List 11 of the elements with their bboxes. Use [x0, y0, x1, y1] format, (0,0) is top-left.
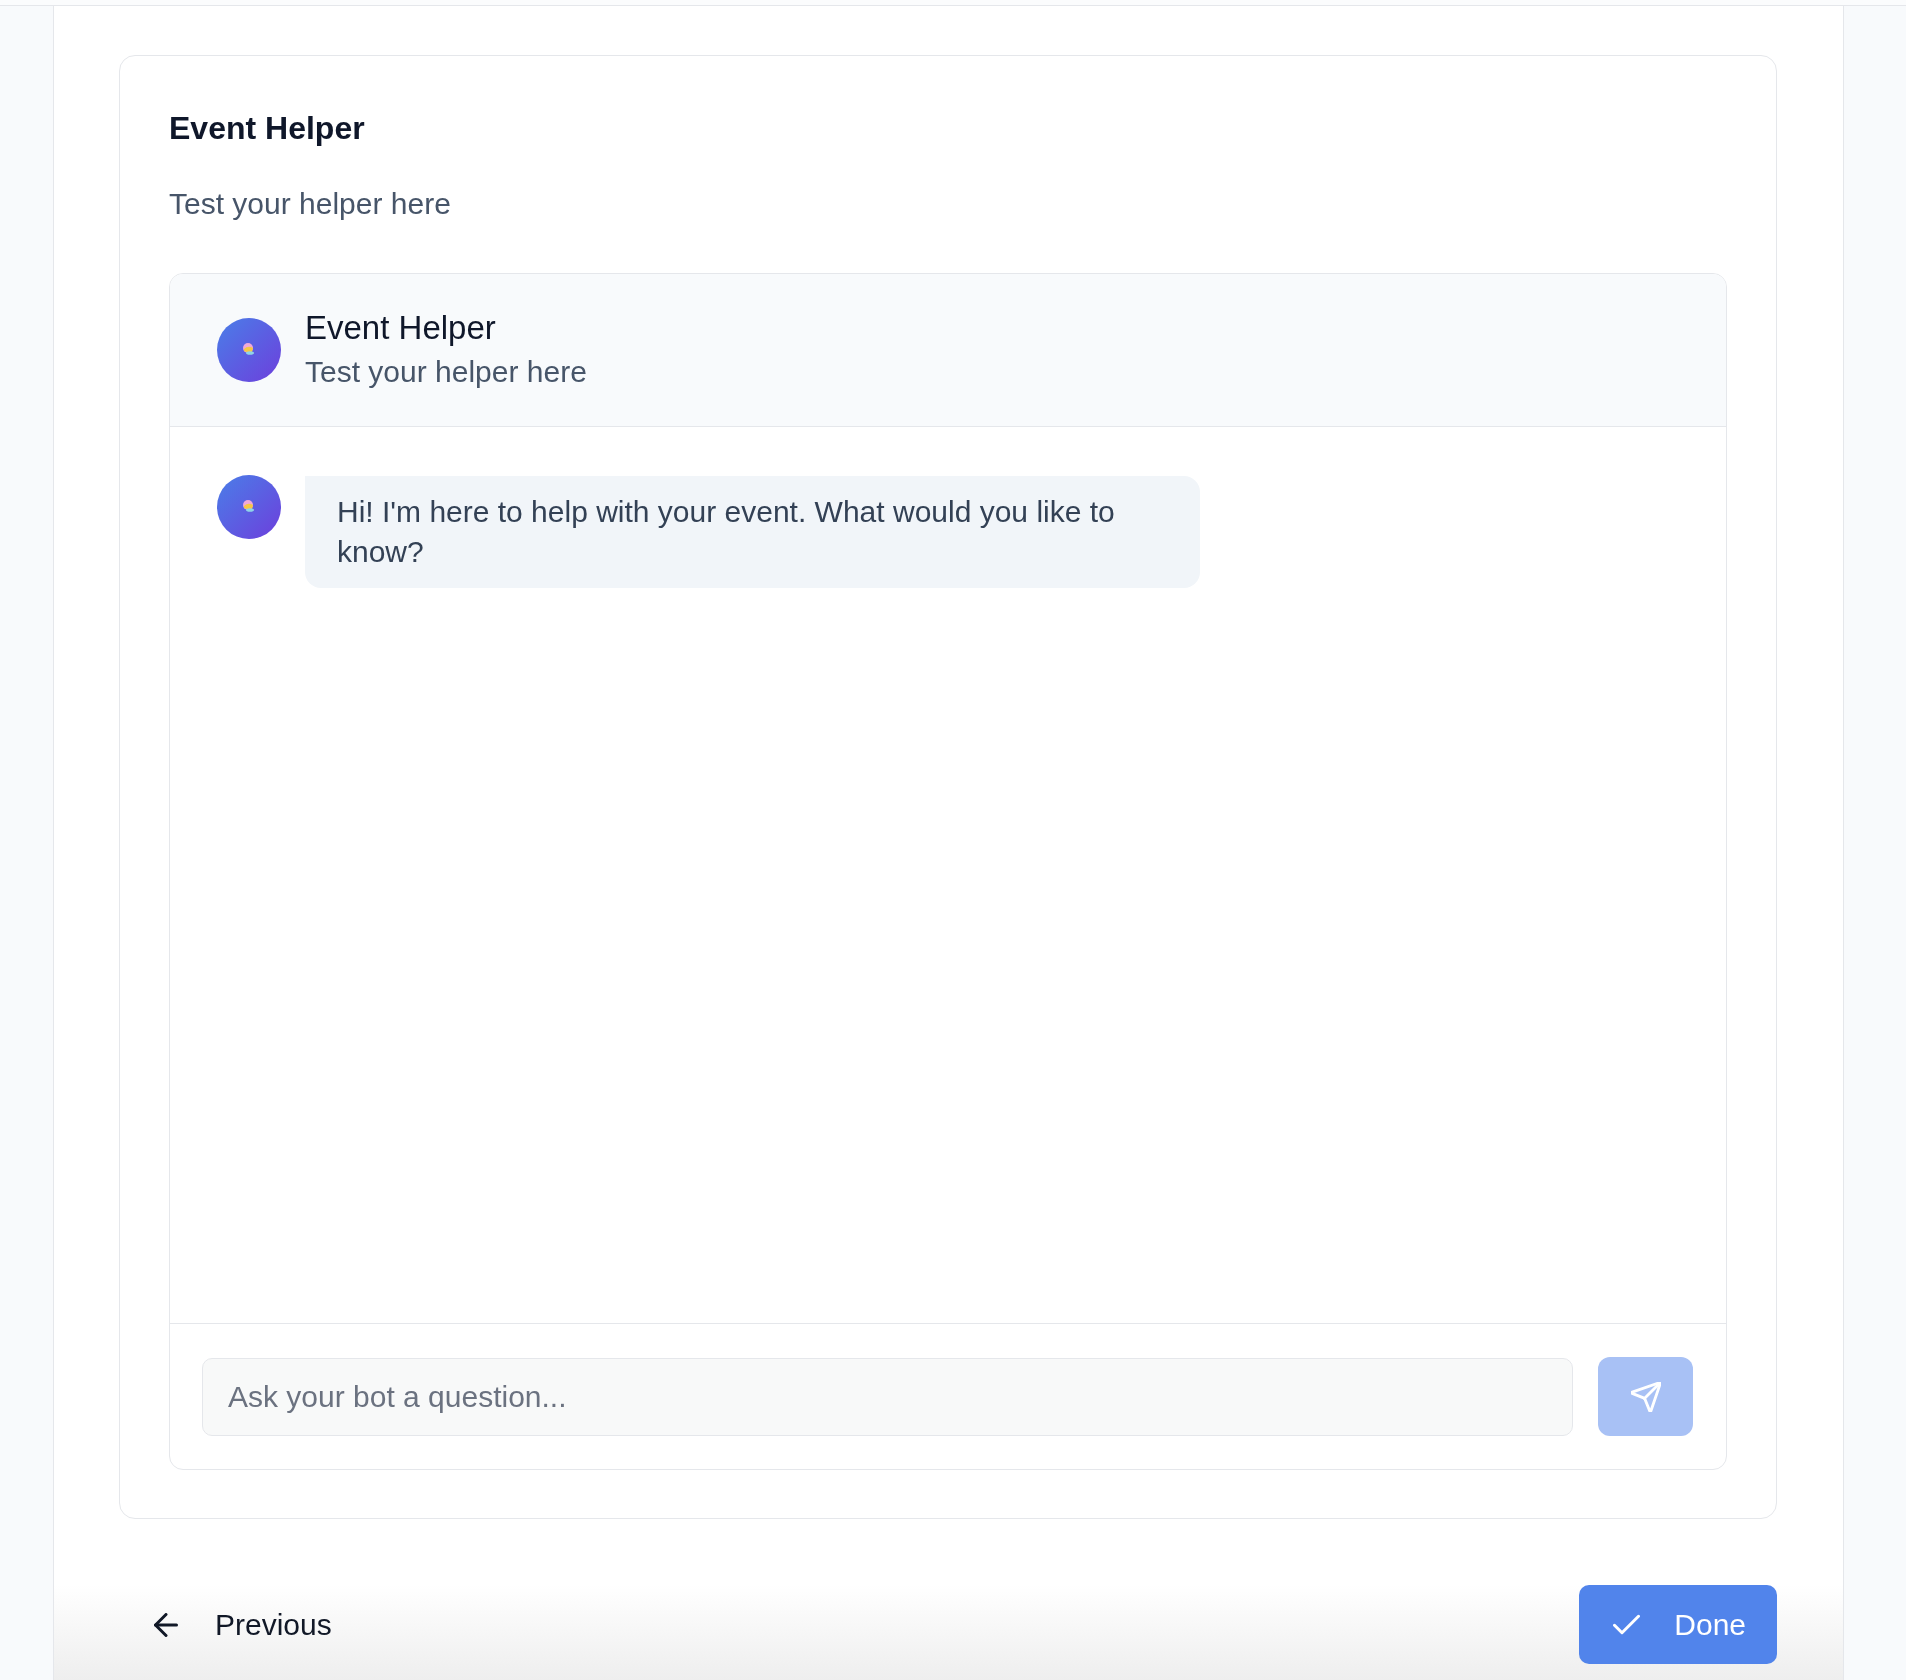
avatar-icon: [217, 318, 281, 382]
done-button[interactable]: Done: [1579, 1585, 1777, 1664]
chat-subtitle: Test your helper here: [305, 354, 587, 390]
previous-button[interactable]: Previous: [154, 1606, 332, 1643]
card-subtitle: Test your helper here: [169, 186, 451, 222]
input-field[interactable]: Ask your bot a question...: [202, 1357, 1573, 1436]
avatar-icon: [217, 475, 281, 539]
message-bubble: Hi! I'm here to help with your event. What would you like to know?: [305, 476, 1200, 588]
chat-title: Event Helper: [305, 308, 496, 348]
send-icon: [1630, 1381, 1661, 1412]
card-title: Event Helper: [169, 109, 365, 148]
